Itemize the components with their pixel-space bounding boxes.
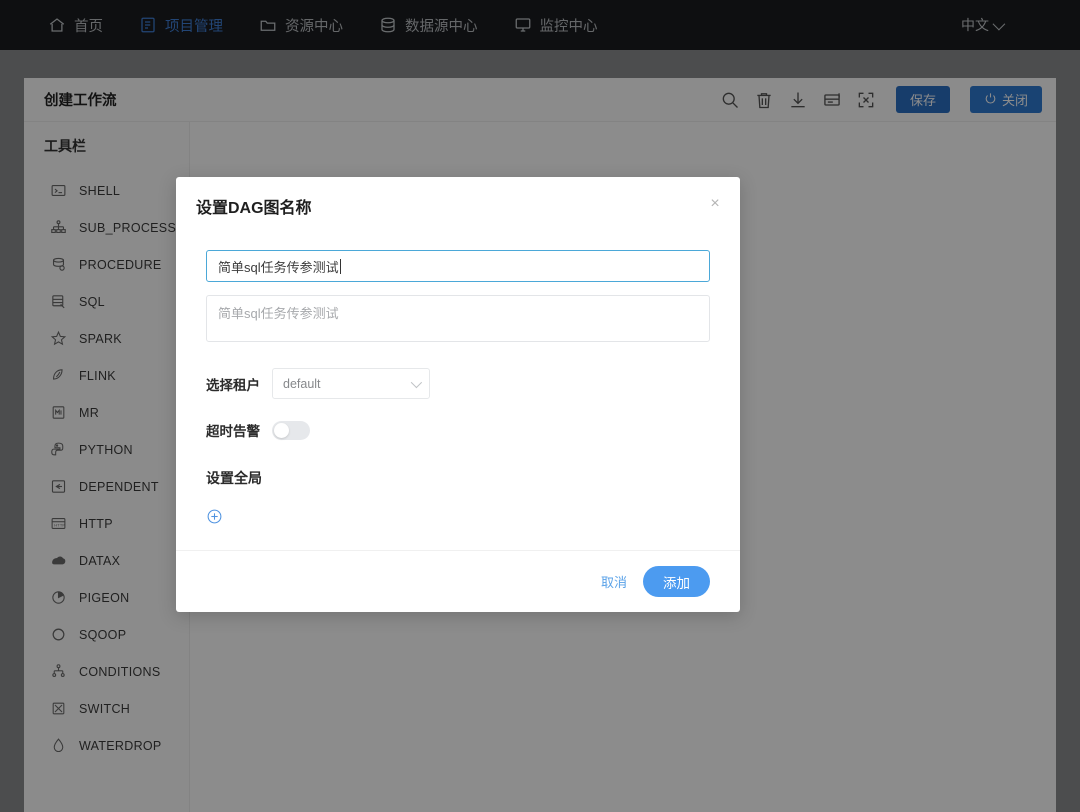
dialog-header: 设置DAG图名称 — [176, 177, 740, 234]
add-button[interactable]: 添加 — [643, 566, 710, 597]
timeout-alarm-row: 超时告警 — [206, 420, 710, 440]
dag-name-dialog: 设置DAG图名称 × 简单sql任务传参测试 选择租户 default 超时告警… — [176, 177, 740, 612]
close-icon[interactable]: × — [706, 195, 724, 213]
dag-name-input[interactable]: 简单sql任务传参测试 — [206, 250, 710, 282]
tenant-select-value: default — [283, 376, 321, 391]
dialog-footer: 取消 添加 — [176, 550, 740, 612]
dag-name-input-value: 简单sql任务传参测试 — [218, 259, 339, 275]
global-params-label: 设置全局 — [206, 470, 262, 486]
dialog-title: 设置DAG图名称 — [196, 199, 312, 217]
chevron-down-icon — [410, 376, 423, 388]
toggle-knob — [274, 422, 289, 438]
cancel-button[interactable]: 取消 — [601, 572, 627, 591]
tenant-select[interactable]: default — [272, 368, 430, 399]
timeout-alarm-toggle[interactable] — [272, 420, 310, 440]
tenant-label: 选择租户 — [206, 377, 260, 393]
tenant-row: 选择租户 default — [206, 368, 710, 399]
dialog-body: 简单sql任务传参测试 选择租户 default 超时告警 设置全局 — [176, 234, 740, 525]
text-cursor — [339, 258, 341, 274]
plus-circle-icon[interactable] — [206, 508, 223, 525]
timeout-alarm-label: 超时告警 — [206, 424, 260, 439]
dag-description-textarea[interactable] — [206, 295, 710, 342]
